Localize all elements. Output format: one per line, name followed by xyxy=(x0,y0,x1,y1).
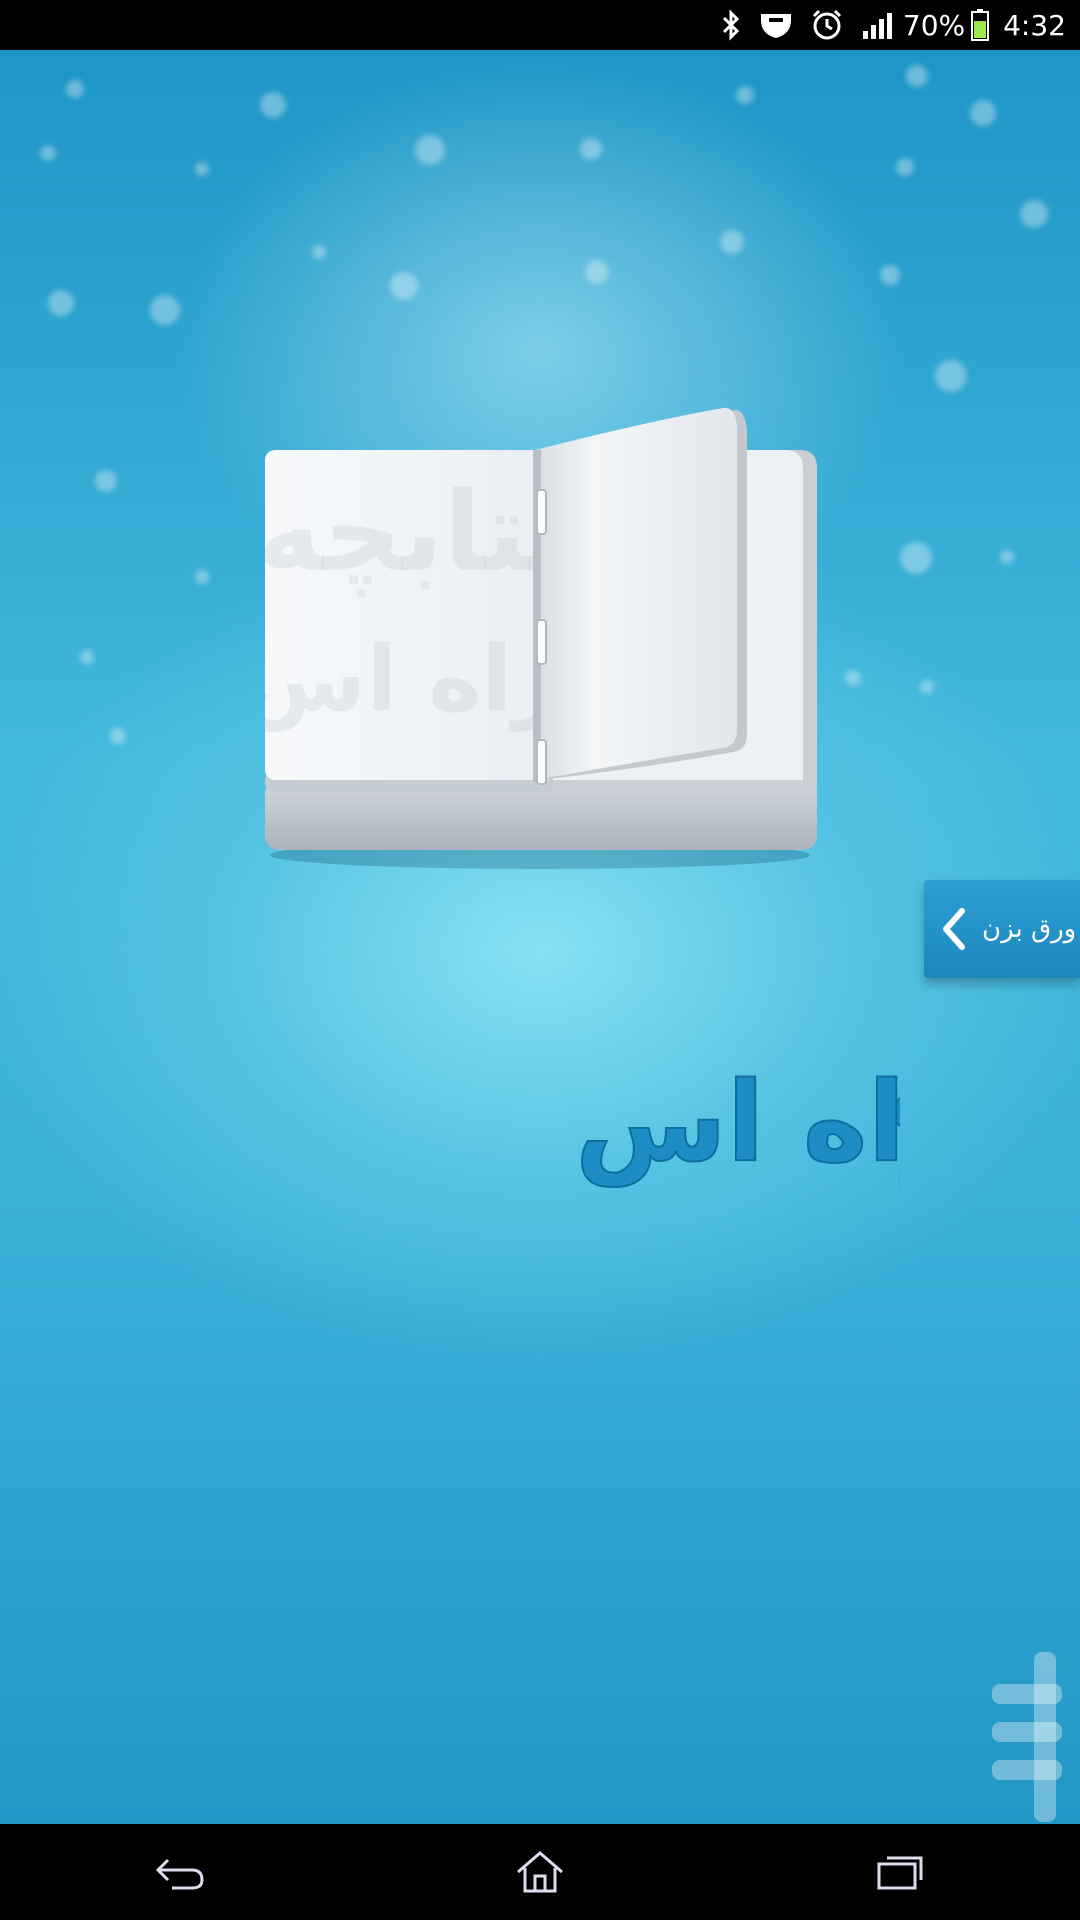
sparkle-decoration xyxy=(906,65,928,87)
sparkle-decoration xyxy=(580,138,602,160)
sparkle-decoration xyxy=(935,360,967,392)
signal-icon xyxy=(861,11,893,39)
app-title-line2: اسراه اس xyxy=(575,1058,900,1187)
app-logo-text: کتابچه اسراه اس xyxy=(574,1019,900,1188)
sparkle-decoration xyxy=(95,470,117,492)
sparkle-decoration xyxy=(80,650,94,664)
recent-apps-icon xyxy=(877,1856,923,1890)
sparkle-decoration xyxy=(736,86,754,104)
sparkle-decoration xyxy=(150,295,180,325)
sparkle-decoration xyxy=(40,145,56,161)
sparkle-decoration xyxy=(390,272,418,300)
sparkle-decoration xyxy=(48,290,74,316)
flip-page-label: ورق بزن xyxy=(982,914,1077,944)
sparkle-decoration xyxy=(195,162,209,176)
shield-icon xyxy=(759,10,793,40)
sparkle-decoration xyxy=(110,728,126,744)
sparkle-decoration xyxy=(415,135,445,165)
bluetooth-icon xyxy=(721,9,741,41)
sparkle-decoration xyxy=(1000,550,1014,564)
status-bar: 70% 4:32 xyxy=(0,0,1080,50)
sparkle-decoration xyxy=(585,260,609,284)
sparkle-decoration xyxy=(195,570,209,584)
recent-apps-button[interactable] xyxy=(840,1832,960,1912)
alarm-icon xyxy=(811,9,843,41)
sparkle-decoration xyxy=(920,680,934,694)
sparkle-decoration xyxy=(880,265,900,285)
sparkle-decoration xyxy=(845,670,861,686)
sparkle-decoration xyxy=(720,230,744,254)
home-button[interactable] xyxy=(480,1832,600,1912)
sparkle-decoration xyxy=(260,92,286,118)
sparkle-decoration xyxy=(970,100,996,126)
home-icon xyxy=(517,1851,563,1893)
back-icon xyxy=(155,1858,204,1890)
book-illustration: کتابچه اسراه اس xyxy=(265,407,817,869)
clock: 4:32 xyxy=(1003,8,1066,42)
sparkle-decoration xyxy=(1020,200,1048,228)
sparkle-decoration xyxy=(66,80,84,98)
back-button[interactable] xyxy=(120,1832,240,1912)
flip-page-button[interactable]: ورق بزن xyxy=(924,880,1080,978)
chevron-left-icon xyxy=(934,899,974,959)
sparkle-decoration xyxy=(896,158,914,176)
battery-percent: 70% xyxy=(902,8,966,42)
sparkle-decoration xyxy=(312,245,326,259)
battery-icon xyxy=(971,9,990,41)
splash-screen: کتابچه اسراه اس ورق بزن کتابچه اسراه اس xyxy=(0,50,1080,1824)
sparkle-decoration xyxy=(900,542,932,574)
navigation-bar xyxy=(0,1824,1080,1920)
bazaar-logo-icon xyxy=(992,1652,1062,1822)
